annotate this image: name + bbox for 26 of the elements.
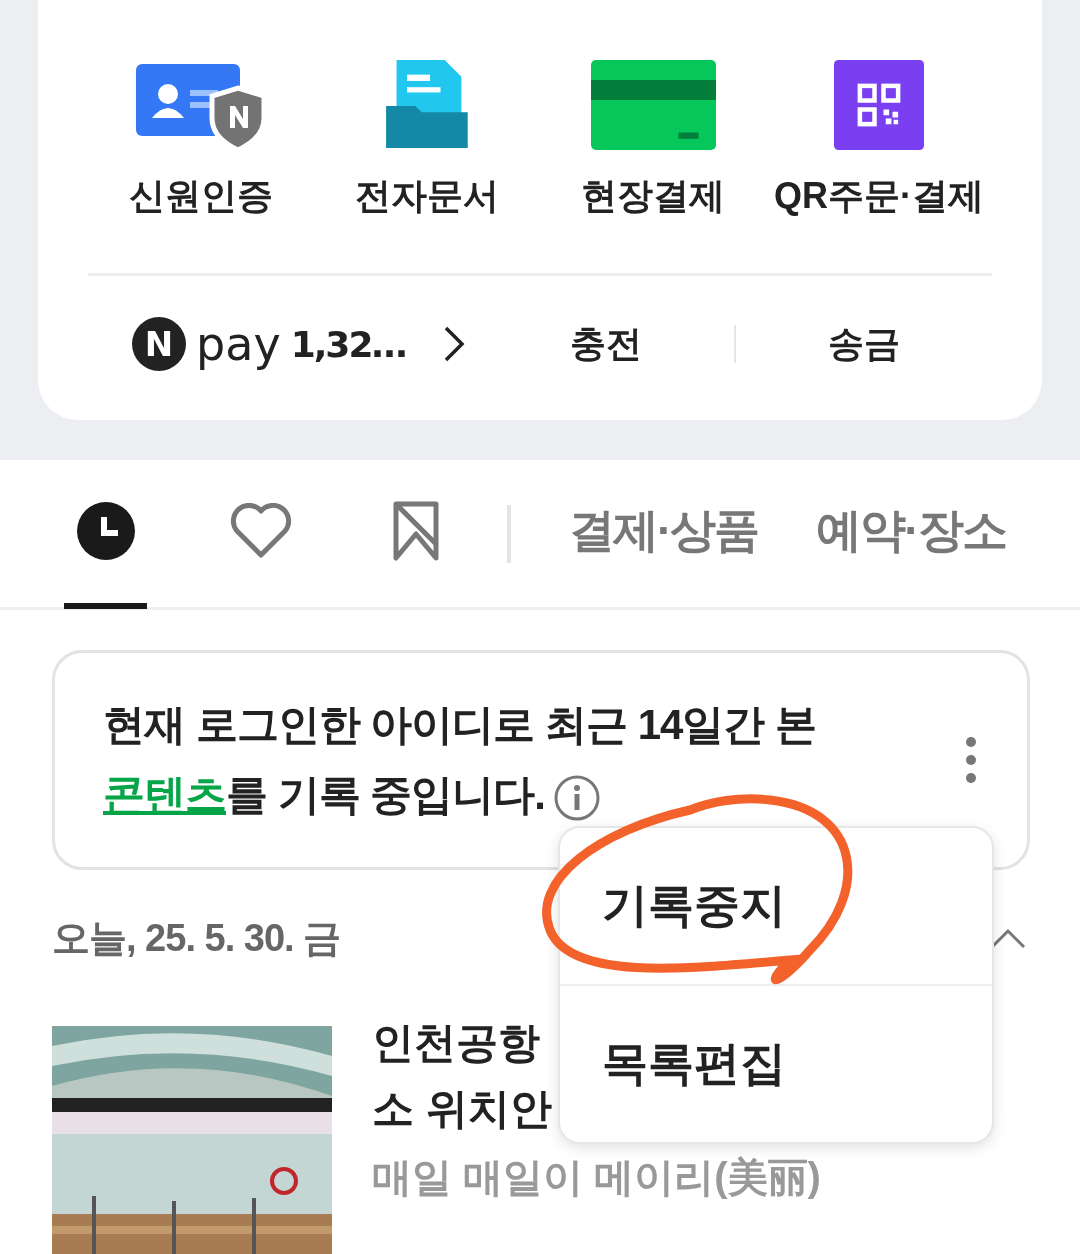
shortcut-button[interactable]: QR주문·결제 [766,60,992,221]
menu-item[interactable]: 목록편집 [560,986,992,1142]
pay-action-button[interactable]: 송금 [736,318,992,370]
date-heading: 오늘, 25. 5. 30. 금 [52,915,341,961]
pay-label: pay [196,317,281,371]
pay-balance-link[interactable]: N pay 1,32… [88,317,478,371]
more-options-icon[interactable] [965,736,977,784]
source-name: 매일 매일이 메이리(美丽) [372,1154,821,1201]
bookmark-icon [391,499,440,562]
category-tab[interactable]: 예약·장소 [816,458,1006,609]
shortcut-button[interactable]: 전자문서 [314,60,540,221]
qr-code-icon [834,60,924,150]
notice-text: 현재 로그인한 아이디로 최근 14일간 본 콘텐츠를 기록 중입니다. [103,690,817,830]
shortcut-button[interactable]: 현장결제 [540,60,766,221]
chevron-right-icon [443,325,466,363]
info-icon[interactable] [553,773,601,822]
folder-document-icon [384,60,470,150]
category-tab[interactable]: 결제·상품 [569,458,759,609]
heart-icon [229,502,292,559]
clock-icon [75,500,136,561]
brand-logo: N [132,317,186,371]
credit-card-icon [590,60,716,150]
balance-text: 1,32… [290,323,406,365]
pay-action-button[interactable]: 충전 [478,318,734,370]
menu-item[interactable]: 기록중지 [560,828,992,984]
shortcut-button[interactable]: 신원인증 [88,60,314,221]
